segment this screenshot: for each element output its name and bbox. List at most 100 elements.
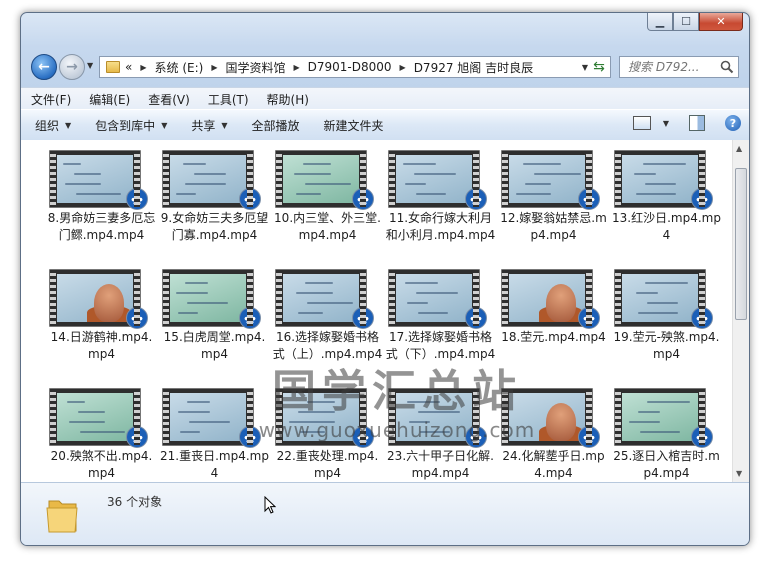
media-file-icon	[126, 426, 148, 448]
file-item[interactable]: 16.选择嫁娶婚书格式（上）.mp4.mp4	[271, 269, 384, 388]
thumbnail-writing	[80, 431, 125, 433]
media-file-icon	[465, 188, 487, 210]
menu-edit[interactable]: 编辑(E)	[79, 91, 138, 108]
file-name: 19.茔元-殃煞.mp4.mp4	[613, 330, 720, 361]
video-thumbnail	[49, 269, 148, 329]
thumbnail-writing	[178, 411, 210, 413]
thumbnail-frame	[396, 155, 472, 203]
play-all-button[interactable]: 全部播放	[238, 117, 310, 134]
thumbnail-frame	[57, 393, 133, 441]
chevron-right-icon[interactable]: ▶	[293, 63, 299, 72]
address-dropdown-button[interactable]: ▼	[582, 63, 588, 72]
preview-pane-icon[interactable]	[689, 115, 705, 131]
file-item[interactable]: 10.内三堂、外三堂.mp4.mp4	[271, 150, 384, 269]
file-item[interactable]: 23.六十甲子日化解.mp4.mp4	[384, 388, 497, 482]
file-grid: 8.男命妨三妻多厄忘门鳏.mp4.mp4 9.女命妨三夫多厄望门寡.mp4.mp4…	[45, 150, 723, 482]
breadcrumb-item[interactable]: 国学资料馆	[225, 59, 285, 76]
chevron-right-icon[interactable]: ▶	[400, 63, 406, 72]
thumbnail-writing	[516, 193, 551, 195]
breadcrumb-item[interactable]: D7901-D8000	[308, 60, 392, 74]
video-thumbnail	[501, 269, 600, 329]
file-name: 14.日游鹤神.mp4.mp4	[50, 330, 153, 361]
video-thumbnail	[614, 388, 713, 448]
maximize-button[interactable]: ☐	[673, 13, 699, 31]
breadcrumb-item[interactable]: 系统 (E:)	[155, 59, 204, 76]
file-item[interactable]: 17.选择嫁娶婚书格式（下）.mp4.mp4	[384, 269, 497, 388]
include-in-library-button[interactable]: 包含到库中 ▼	[81, 117, 177, 134]
search-box[interactable]	[619, 56, 739, 78]
file-view[interactable]: 8.男命妨三妻多厄忘门鳏.mp4.mp4 9.女命妨三夫多厄望门寡.mp4.mp4…	[21, 140, 732, 482]
refresh-button[interactable]: ⇆	[590, 58, 608, 76]
file-item[interactable]: 25.逐日入棺吉时.mp4.mp4	[610, 388, 723, 482]
address-bar[interactable]: « ▶ 系统 (E:) ▶ 国学资料馆 ▶ D7901-D8000 ▶ D792…	[99, 56, 611, 78]
menu-file[interactable]: 文件(F)	[21, 91, 79, 108]
menu-tools[interactable]: 工具(T)	[198, 91, 257, 108]
back-button[interactable]: ←	[31, 54, 57, 80]
thumbnail-writing	[78, 411, 105, 413]
scroll-up-arrow[interactable]: ▲	[736, 144, 742, 153]
menu-help[interactable]: 帮助(H)	[257, 91, 317, 108]
close-button[interactable]: ✕	[699, 13, 743, 31]
organize-button[interactable]: 组织 ▼	[21, 117, 81, 134]
thumbnail-writing	[416, 193, 446, 195]
chevron-right-icon[interactable]: ▶	[211, 63, 217, 72]
file-item[interactable]: 22.重丧处理.mp4.mp4	[271, 388, 384, 482]
file-item[interactable]: 24.化解塟乎日.mp4.mp4	[497, 388, 610, 482]
thumbnail-writing	[185, 282, 208, 284]
video-thumbnail	[162, 388, 261, 448]
menu-view[interactable]: 查看(V)	[138, 91, 198, 108]
thumbnail-writing	[194, 173, 226, 175]
search-icon[interactable]	[720, 60, 734, 74]
recent-pages-button[interactable]: ▼	[87, 61, 93, 70]
command-bar: 组织 ▼ 包含到库中 ▼ 共享 ▼ 全部播放 新建文件夹 ▼ ?	[21, 109, 749, 141]
arrow-right-icon: →	[66, 59, 78, 75]
arrow-left-icon: ←	[38, 59, 50, 75]
file-item[interactable]: 11.女命行嫁大利月和小利月.mp4.mp4	[384, 150, 497, 269]
thumbnail-writing	[305, 183, 351, 185]
file-item[interactable]: 13.红沙日.mp4.mp4	[610, 150, 723, 269]
thumbnail-writing	[638, 312, 678, 314]
file-item[interactable]: 18.茔元.mp4.mp4	[497, 269, 610, 388]
file-item[interactable]: 9.女命妨三夫多厄望门寡.mp4.mp4	[158, 150, 271, 269]
thumbnail-writing	[294, 173, 331, 175]
thumbnail-frame	[283, 393, 359, 441]
media-file-icon	[465, 426, 487, 448]
thumbnail-writing	[74, 173, 101, 175]
thumbnail-frame	[622, 393, 698, 441]
thumbnail-writing	[176, 193, 196, 195]
thumbnail-frame	[57, 155, 133, 203]
forward-button[interactable]: →	[59, 54, 85, 80]
file-item[interactable]: 12.嫁娶翁姑禁忌.mp4.mp4	[497, 150, 610, 269]
media-file-icon	[239, 307, 261, 329]
thumbnail-writing	[420, 431, 450, 433]
file-item[interactable]: 20.殃煞不出.mp4.mp4	[45, 388, 158, 482]
share-button[interactable]: 共享 ▼	[177, 117, 237, 134]
file-name: 10.内三堂、外三堂.mp4.mp4	[274, 211, 381, 242]
thumbnail-writing	[180, 431, 200, 433]
view-options-dropdown[interactable]: ▼	[663, 119, 669, 128]
file-name: 8.男命妨三妻多厄忘门鳏.mp4.mp4	[47, 211, 156, 242]
media-file-icon	[352, 188, 374, 210]
media-file-icon	[239, 426, 261, 448]
scrollbar-thumb[interactable]	[735, 168, 747, 320]
breadcrumb-overflow[interactable]: «	[125, 60, 132, 74]
minimize-button[interactable]: ▁	[647, 13, 673, 31]
scroll-down-arrow[interactable]: ▼	[736, 469, 742, 478]
file-item[interactable]: 19.茔元-殃煞.mp4.mp4	[610, 269, 723, 388]
file-name: 23.六十甲子日化解.mp4.mp4	[387, 449, 494, 480]
new-folder-button[interactable]: 新建文件夹	[310, 117, 394, 134]
file-item[interactable]: 21.重丧日.mp4.mp4	[158, 388, 271, 482]
change-view-icon[interactable]	[632, 116, 651, 130]
file-item[interactable]: 15.白虎周堂.mp4.mp4	[158, 269, 271, 388]
breadcrumb-item[interactable]: D7927 旭阁 吉时良辰	[414, 59, 533, 76]
search-input[interactable]	[626, 59, 722, 75]
help-icon[interactable]: ?	[725, 115, 741, 131]
file-item[interactable]: 8.男命妨三妻多厄忘门鳏.mp4.mp4	[45, 150, 158, 269]
thumbnail-writing	[414, 173, 456, 175]
file-item[interactable]: 14.日游鹤神.mp4.mp4	[45, 269, 158, 388]
thumbnail-writing	[189, 421, 230, 423]
vertical-scrollbar[interactable]: ▲ ▼	[732, 140, 749, 482]
file-name: 15.白虎周堂.mp4.mp4	[163, 330, 266, 361]
thumbnail-writing	[67, 401, 85, 403]
chevron-right-icon[interactable]: ▶	[140, 63, 146, 72]
